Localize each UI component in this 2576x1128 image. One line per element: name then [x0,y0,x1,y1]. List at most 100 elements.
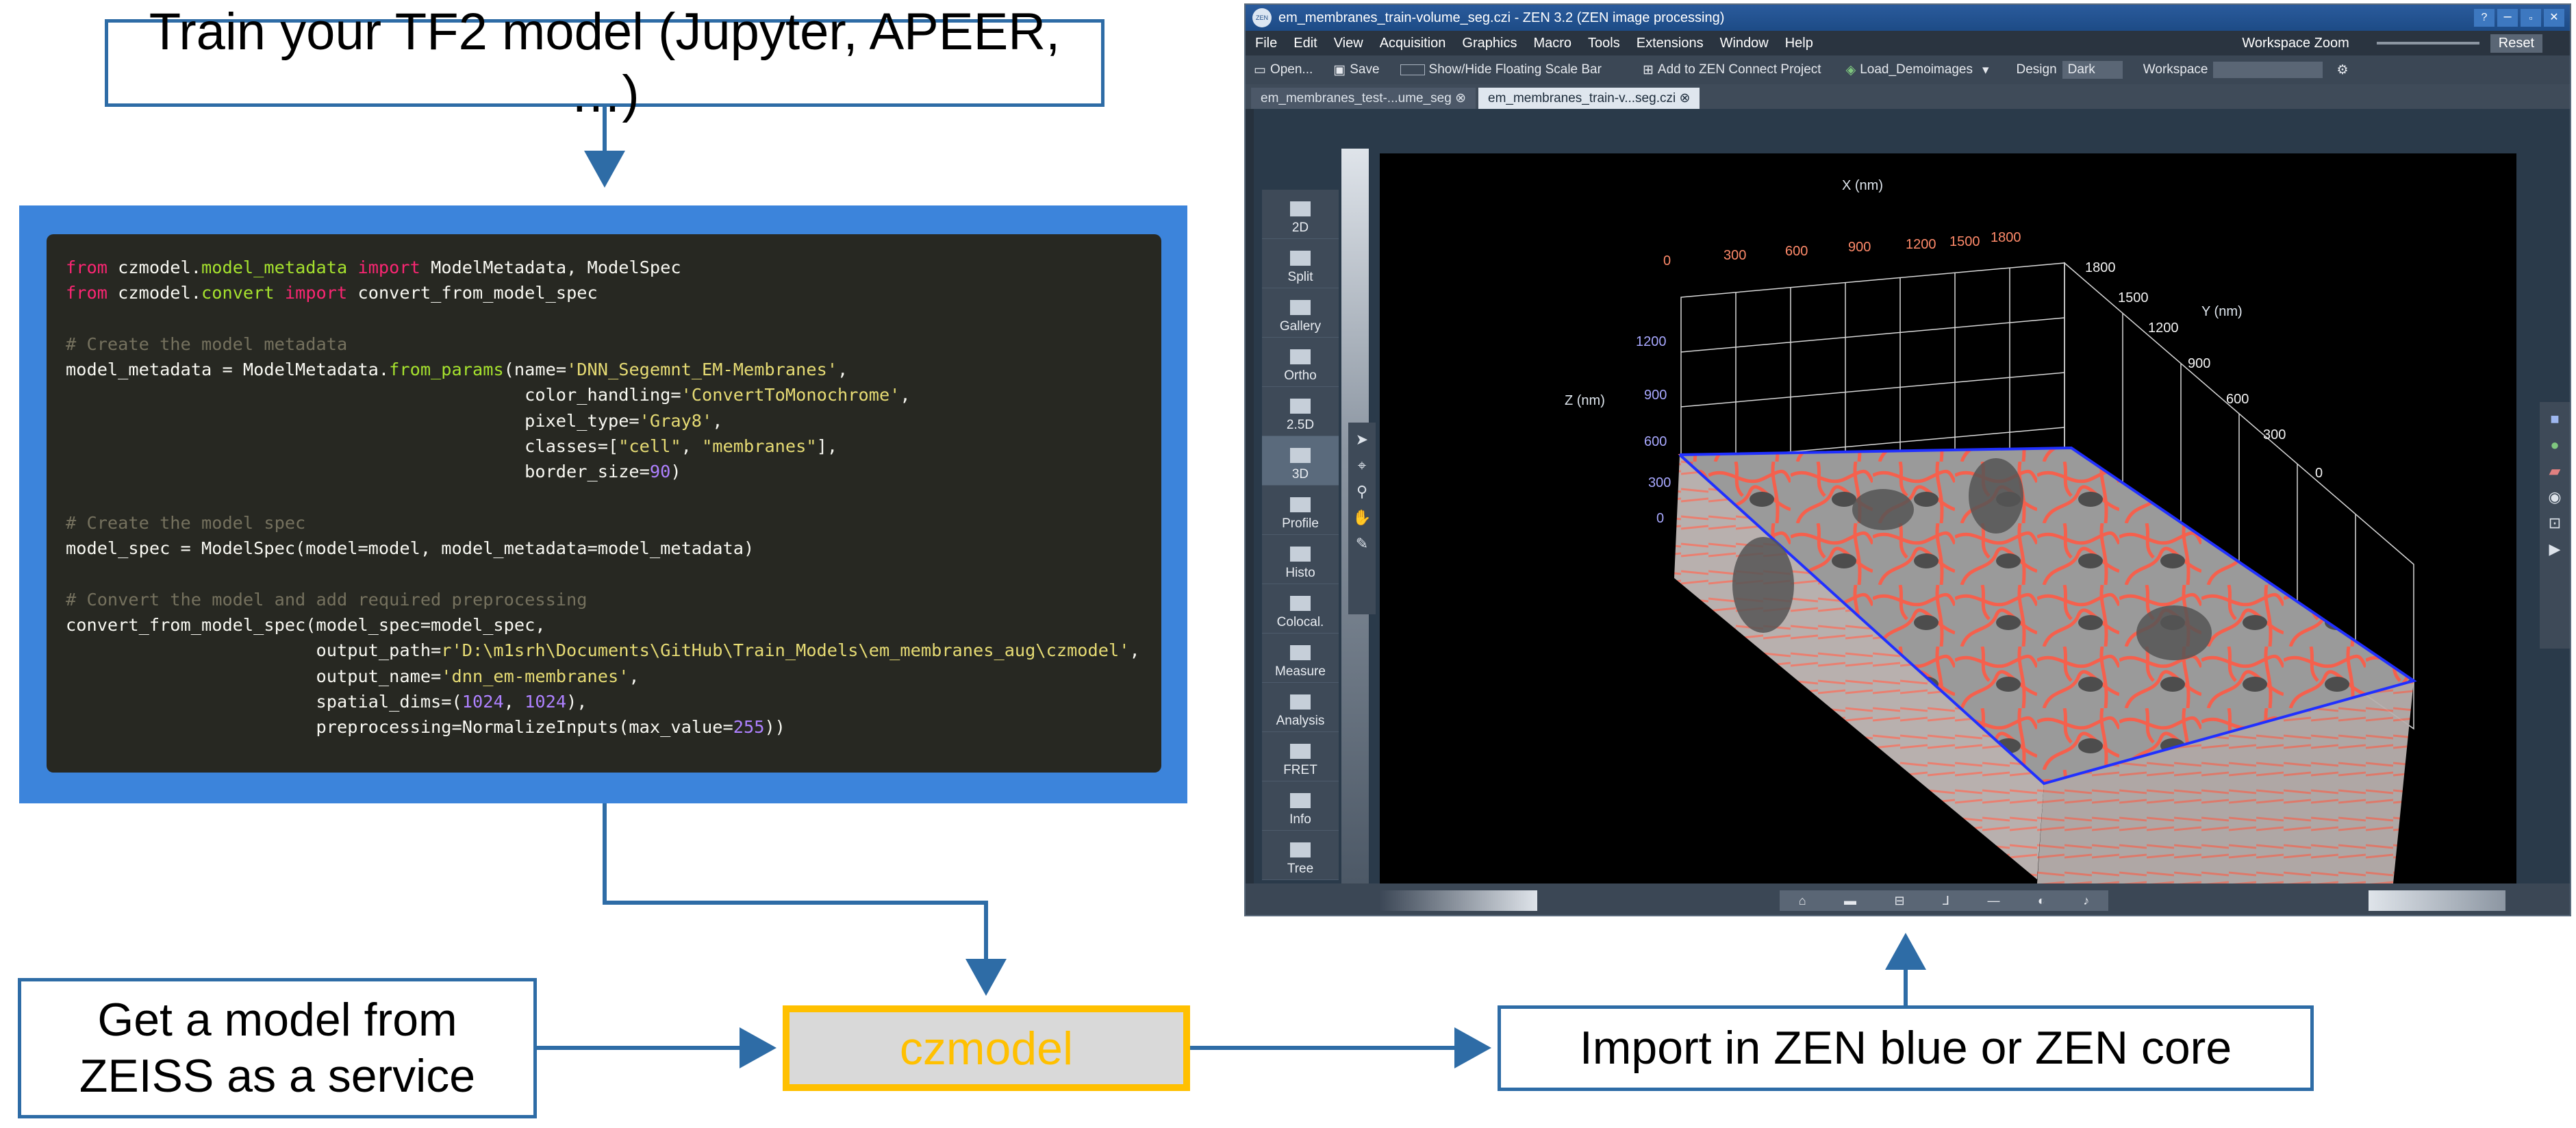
y-tick: 1800 [2085,260,2116,275]
zeiss-service-line2: ZEISS as a service [79,1049,476,1102]
code-token: from [66,283,108,303]
close-button[interactable]: ✕ [2544,9,2564,27]
render-icon[interactable]: ■ [2546,410,2564,428]
design-label: Design [2016,62,2057,77]
zen-title-bar: ZEN em_membranes_train-volume_seg.czi - … [1246,5,2570,31]
pointer-icon[interactable]: ➤ [1353,431,1371,449]
code-line: spatial_dims=(1024, 1024), [66,689,1142,714]
sidebar-item-3d[interactable]: 3D [1262,436,1339,486]
sidebar-item-fret[interactable]: FRET [1262,732,1339,781]
sidebar-item-gallery[interactable]: Gallery [1262,288,1339,338]
bottom-scroll-right[interactable] [2369,890,2505,911]
menu-item-tools[interactable]: Tools [1588,36,1620,51]
bottom-bar: ⌂ ▬ ⊟ ⅃ — ◐ ♪ [1246,883,2570,915]
load-demo-images-button[interactable]: Load_Demoimages [1860,62,1973,77]
save-button[interactable]: Save [1350,62,1379,77]
home-icon[interactable]: ⌂ [1799,894,1806,908]
sidebar-item-tree[interactable]: Tree [1262,831,1339,880]
sidebar-item-ortho[interactable]: Ortho [1262,338,1339,387]
box-icon[interactable]: ⊟ [1894,894,1904,908]
bottom-scroll-left[interactable] [1380,890,1537,911]
menu-item-macro[interactable]: Macro [1533,36,1571,51]
axis-icon[interactable]: ⅃ [1943,894,1949,908]
z-tick: 0 [1656,511,1665,526]
menu-item-extensions[interactable]: Extensions [1637,36,1704,51]
gear-icon[interactable]: ⚙ [2336,62,2348,78]
tab-train-volume[interactable]: em_membranes_train-v...seg.czi ⊗ [1478,88,1700,109]
z-tick: 300 [1648,475,1671,490]
code-token: , [837,360,848,380]
maximize-button[interactable]: ▫ [2521,9,2541,27]
design-select[interactable]: Dark [2062,61,2123,79]
menu-item-view[interactable]: View [1334,36,1363,51]
view-mode-icon [1290,300,1311,315]
3d-volume-render [1674,262,2417,883]
menu-item-acquisition[interactable]: Acquisition [1380,36,1446,51]
chevron-down-icon[interactable]: ▾ [1982,62,1989,78]
y-tick: 1500 [2118,290,2149,305]
folder-icon: ▭ [1254,62,1266,77]
movie-icon[interactable]: ▶ [2546,540,2564,558]
sidebar-item-histo[interactable]: Histo [1262,535,1339,584]
tab-test-volume[interactable]: em_membranes_test-...ume_seg ⊗ [1251,88,1476,109]
sidebar-item-analysis[interactable]: Analysis [1262,683,1339,732]
save-icon: ▣ [1333,62,1346,77]
workspace-zoom-slider[interactable] [2376,42,2479,45]
close-tab-icon[interactable]: ⊗ [1679,91,1690,105]
code-token: preprocessing=NormalizeInputs(max_value= [66,717,733,738]
sidebar-item-split[interactable]: Split [1262,239,1339,288]
draw-icon[interactable]: ✎ [1353,535,1371,553]
scale-bar-button[interactable]: Show/Hide Floating Scale Bar [1429,62,1602,77]
open-button[interactable]: Open... [1270,62,1313,77]
sidebar-item-info[interactable]: Info [1262,781,1339,831]
line-icon[interactable]: — [1987,894,1999,908]
code-token: pixel_type= [66,410,640,431]
help-button[interactable]: ? [2474,9,2495,27]
sidebar-item-2d[interactable]: 2D [1262,190,1339,239]
menu-item-help[interactable]: Help [1785,36,1813,51]
reset-button[interactable]: Reset [2490,34,2542,53]
code-token: model_metadata = ModelMetadata. [66,360,390,380]
menu-item-edit[interactable]: Edit [1293,36,1317,51]
code-token: 'Gray8' [639,410,713,431]
tool-strip: ➤ ⌖ ⚲ ✋ ✎ [1348,423,1376,614]
code-token: , [900,385,911,405]
sidebar-item-colocal[interactable]: Colocal. [1262,584,1339,634]
z-tick: 1200 [1636,334,1667,349]
zen-window: ZEN em_membranes_train-volume_seg.czi - … [1244,3,2571,916]
rotate-icon[interactable]: ◐ [2038,894,2045,908]
zen-connect-button[interactable]: Add to ZEN Connect Project [1658,62,1821,77]
sidebar-item-profile[interactable]: Profile [1262,486,1339,535]
frame-icon[interactable]: ▬ [1844,894,1856,908]
close-tab-icon[interactable]: ⊗ [1455,91,1466,105]
menu-item-graphics[interactable]: Graphics [1462,36,1517,51]
pan-hand-icon[interactable]: ✋ [1352,509,1371,527]
sidebar-item-measure[interactable]: Measure [1262,634,1339,683]
zoom-icon[interactable]: ⚲ [1353,483,1371,501]
minimize-button[interactable]: – [2497,9,2518,27]
light-icon[interactable]: ♪ [2083,894,2089,908]
code-token: "membranes" [702,436,817,457]
export-icon[interactable]: ⊡ [2546,514,2564,532]
channel-icon[interactable]: ● [2546,436,2564,454]
sidebar-item-label: Split [1287,270,1313,284]
z-tick: 900 [1644,388,1667,403]
crosshair-icon[interactable]: ⌖ [1353,457,1371,475]
menu-item-window[interactable]: Window [1720,36,1769,51]
code-panel: from czmodel.model_metadata import Model… [47,234,1161,773]
sidebar-item-25d[interactable]: 2.5D [1262,387,1339,436]
view-mode-icon [1290,645,1311,660]
3d-viewport[interactable]: X (nm) Y (nm) Z (nm) 0 300 600 900 1200 … [1380,153,2516,883]
view-mode-icon [1290,793,1311,808]
menu-item-file[interactable]: File [1255,36,1277,51]
view-mode-icon [1290,251,1311,266]
workspace-select[interactable] [2213,62,2323,78]
clip-icon[interactable]: ▰ [2546,462,2564,480]
import-zen-label: Import in ZEN blue or ZEN core [1579,1021,2232,1074]
camera-icon[interactable]: ◉ [2546,488,2564,506]
x-tick: 300 [1723,248,1747,263]
arrow-code-to-czmodel [603,803,1007,996]
view-mode-icon [1290,399,1311,414]
workspace-zoom-label: Workspace Zoom [2242,35,2349,51]
